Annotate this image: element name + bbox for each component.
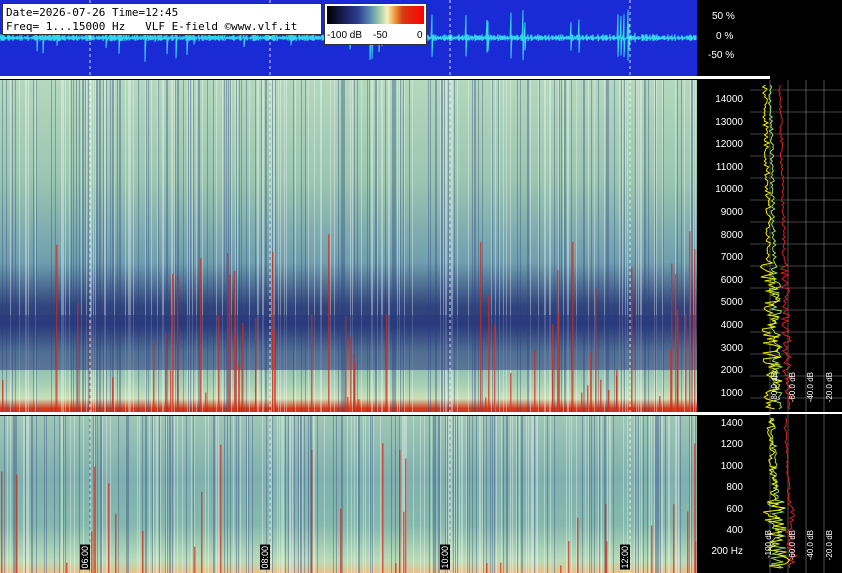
freq-tick-label: 14000 <box>715 94 743 105</box>
freq-tick-label: 600 <box>726 503 743 515</box>
freq-tick-label: 1400 <box>720 418 743 429</box>
freq-tick-label: 1000 <box>720 460 743 472</box>
time-label-1000: 10:00 <box>440 545 450 570</box>
colorbar-label-max: 0 <box>417 30 423 41</box>
spectrum-profile-plot <box>750 80 842 573</box>
wave-scale-0: 0 % <box>716 31 734 42</box>
freq-info-label: Freq= 1...15000 Hz VLF E-field ©www.vlf.… <box>6 20 297 33</box>
wave-scale-minus50: -50 % <box>708 50 735 61</box>
freq-tick-label: 12000 <box>715 139 743 151</box>
spectrogram-viewer: Date=2026-07-26 Time=12:45 Freq= 1...150… <box>0 0 842 573</box>
freq-tick-label: 4000 <box>720 320 743 331</box>
spectrum-profile-panel: -20.0 dB -40.0 dB -60.0 dB -80.0 dB -20.… <box>750 80 842 573</box>
time-label-1200: 12:00 <box>620 545 630 570</box>
freq-tick-label: 9000 <box>720 207 743 218</box>
colorbar-label-min: -100 dB <box>327 30 363 41</box>
spectrogram-wideband-texture <box>0 80 697 412</box>
freq-tick-label: 1200 <box>720 439 743 451</box>
profile-db-bot-100: -100 dB <box>764 530 773 559</box>
separator-middle <box>0 412 770 415</box>
profile-db-top-60: -60.0 dB <box>788 372 797 403</box>
freq-tick-label: 10000 <box>715 184 743 196</box>
freq-tick-label: 3000 <box>720 342 743 354</box>
profile-db-top-20: -20.0 dB <box>825 372 834 403</box>
info-box: Date=2026-07-26 Time=12:45 Freq= 1...150… <box>2 3 322 35</box>
freq-tick-label: 2000 <box>720 365 743 377</box>
freq-tick-label: 8000 <box>720 229 743 241</box>
freq-tick-label: 5000 <box>720 297 743 309</box>
freq-tick-label: 800 <box>726 482 743 494</box>
spectrogram-wideband[interactable] <box>0 80 697 412</box>
waveform-panel: Date=2026-07-26 Time=12:45 Freq= 1...150… <box>0 0 697 76</box>
profile-db-bot-20: -20.0 dB <box>825 530 834 561</box>
freq-tick-label: 13000 <box>715 116 743 128</box>
freq-tick-label: 7000 <box>720 252 743 264</box>
station-label: VLF E-field ©www.vlf.it <box>145 20 298 33</box>
color-scale-legend: -100 dB -50 0 <box>324 3 427 45</box>
colorbar-label-mid: -50 <box>373 30 388 41</box>
profile-db-bot-40: -40.0 dB <box>806 530 815 561</box>
time-label-0800: 08:00 <box>260 545 270 570</box>
freq-tick-label: 400 <box>726 525 743 536</box>
spectrogram-lowband[interactable] <box>0 416 697 573</box>
freq-tick-label: 6000 <box>720 274 743 286</box>
time-label-0600: 06:00 <box>80 545 90 570</box>
freq-axis-lowband: 1400 1200 1000 800 600 400 200 Hz <box>697 416 750 573</box>
color-gradient <box>327 6 424 24</box>
separator-top <box>0 76 770 79</box>
profile-db-top-80: -80.0 dB <box>770 372 779 403</box>
freq-range: Freq= 1...15000 Hz <box>6 20 126 33</box>
spectrogram-lowband-texture <box>1 416 697 573</box>
freq-axis-wideband: 14000 13000 12000 11000 10000 9000 8000 7000 600… <box>697 80 750 412</box>
profile-db-bot-60: -60.0 dB <box>788 530 797 561</box>
date-time-label: Date=2026-07-26 Time=12:45 <box>6 6 179 19</box>
freq-tick-label: 1000 <box>720 387 743 399</box>
wave-scale-50: 50 % <box>712 11 735 22</box>
freq-tick-label: 11000 <box>715 161 743 173</box>
freq-tick-label: 200 Hz <box>711 546 743 558</box>
profile-db-top-40: -40.0 dB <box>806 372 815 403</box>
